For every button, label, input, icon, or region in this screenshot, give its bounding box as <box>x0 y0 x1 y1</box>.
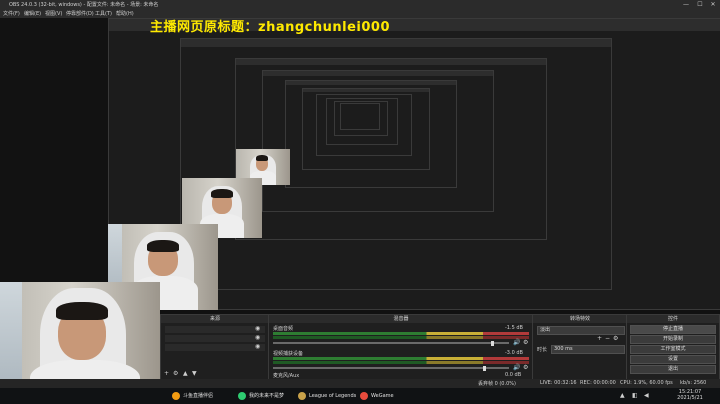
clock[interactable]: 15:21:07 2021/5/21 <box>670 389 710 401</box>
duration-input[interactable]: 300 ms <box>551 345 625 354</box>
taskbar-item[interactable]: 我的未来不是梦 <box>238 391 284 401</box>
audio-meter <box>273 336 529 339</box>
minimize-button[interactable]: — <box>680 0 692 9</box>
eye-icon[interactable]: ◉ <box>255 343 260 350</box>
eye-icon[interactable]: ◉ <box>255 334 260 341</box>
transitions-panel: 转场特效 淡出 + − ⚙ 时长 300 ms <box>532 314 628 380</box>
gear-icon[interactable]: ⚙ <box>613 335 618 342</box>
taskbar-item-label: League of Legends <box>309 393 357 399</box>
menu-tools[interactable]: 工具(T) <box>95 10 112 17</box>
sources-panel: 来源 ◉ ◉ ◉ + ⚙ ▲ ▼ <box>160 314 270 380</box>
app-icon <box>172 391 180 400</box>
down-icon[interactable]: ▼ <box>192 370 197 377</box>
window-titlebar: OBS 24.0.3 (32-bit, windows) - 配置文件: 未命名… <box>0 0 720 9</box>
controls-panel: 控件 停止直播 开始录制 工作室模式 设置 退出 <box>626 314 720 380</box>
mixer-channel-name: 麦克风/Aux <box>273 373 300 379</box>
mixer-channel-db: 0.0 dB <box>505 372 522 378</box>
preview-canvas[interactable]: 主播网页原标题：zhangchunlei000 <box>0 18 720 310</box>
menu-view[interactable]: 视图(V) <box>45 10 62 17</box>
menu-docks[interactable]: 停靠部件(D) <box>66 10 94 17</box>
controls-panel-title: 控件 <box>627 315 719 323</box>
menu-help[interactable]: 帮助(H) <box>116 10 134 17</box>
status-rec-time: REC: 00:00:00 <box>580 380 616 386</box>
transition-select[interactable]: 淡出 <box>537 326 625 335</box>
mixer-panel-title: 混音器 <box>269 315 533 323</box>
transitions-panel-title: 转场特效 <box>533 315 627 323</box>
menu-edit[interactable]: 编辑(E) <box>24 10 41 17</box>
nested-window <box>340 103 380 130</box>
menu-file[interactable]: 文件(F) <box>3 10 20 17</box>
gear-icon[interactable]: ⚙ <box>523 364 528 371</box>
add-source-icon[interactable]: + <box>164 370 169 377</box>
status-live-time: LIVE: 00:32:16 <box>540 380 577 386</box>
start-recording-button[interactable]: 开始录制 <box>630 335 716 344</box>
taskbar-item[interactable]: 斗鱼直播伴侣 <box>172 391 213 401</box>
maximize-button[interactable]: ☐ <box>694 0 706 9</box>
windows-taskbar: 斗鱼直播伴侣 我的未来不是梦 League of Legends WeGame … <box>0 388 720 404</box>
mixer-channel-db: -3.0 dB <box>505 350 523 356</box>
taskbar-item[interactable]: League of Legends <box>298 391 356 401</box>
exit-button[interactable]: 退出 <box>630 365 716 374</box>
mixer-channel-db: -1.5 dB <box>505 325 523 331</box>
network-icon[interactable]: ◧ <box>632 392 638 399</box>
source-item[interactable]: ◉ <box>165 343 265 351</box>
audio-meter <box>273 357 529 360</box>
stop-streaming-button[interactable]: 停止直播 <box>630 325 716 334</box>
app-icon <box>298 391 306 400</box>
source-item[interactable]: ◉ <box>165 325 265 333</box>
status-bar: 丢弃帧 0 (0.0%) LIVE: 00:32:16 REC: 00:00:0… <box>0 379 720 388</box>
studio-mode-button[interactable]: 工作室模式 <box>630 345 716 354</box>
audio-meter <box>273 332 529 335</box>
window-title: OBS 24.0.3 (32-bit, windows) - 配置文件: 未命名… <box>9 2 159 8</box>
volume-slider[interactable] <box>273 340 509 346</box>
gear-icon[interactable]: ⚙ <box>523 339 528 346</box>
taskbar-item-label: 我的未来不是梦 <box>249 393 285 399</box>
status-cpu: CPU: 1.9%, 60.00 fps <box>620 380 673 386</box>
mixer-channel-name: 桌面音频 <box>273 326 294 332</box>
close-button[interactable]: ✕ <box>707 0 719 9</box>
audio-meter <box>273 361 529 364</box>
duration-label: 时长 <box>537 347 548 353</box>
taskbar-item-label: WeGame <box>371 393 394 399</box>
status-bitrate: kb/s: 2560 <box>680 380 707 386</box>
mixer-channel-name: 视频捕获设备 <box>273 351 304 357</box>
volume-icon[interactable]: ◀ <box>644 392 649 399</box>
source-item[interactable]: ◉ <box>165 334 265 342</box>
app-icon <box>360 391 368 400</box>
eye-icon[interactable]: ◉ <box>255 325 260 332</box>
tray-icon[interactable]: ▲ <box>620 392 625 399</box>
sources-panel-title: 来源 <box>161 315 269 323</box>
settings-icon[interactable]: ⚙ <box>173 370 178 377</box>
add-icon[interactable]: + <box>597 335 602 342</box>
up-icon[interactable]: ▲ <box>183 370 188 377</box>
settings-button[interactable]: 设置 <box>630 355 716 364</box>
taskbar-item-label: 斗鱼直播伴侣 <box>183 393 214 399</box>
volume-slider[interactable] <box>273 365 509 371</box>
status-dropped-frames: 丢弃帧 0 (0.0%) <box>478 381 516 387</box>
clock-date: 2021/5/21 <box>677 395 703 401</box>
stream-overlay-text: 主播网页原标题：zhangchunlei000 <box>150 20 390 35</box>
audio-mixer-panel: 混音器 桌面音频 -1.5 dB 🔊 ⚙ 视频捕获设备 -3.0 dB 🔊 ⚙ … <box>268 314 534 380</box>
speaker-icon[interactable]: 🔊 <box>513 364 520 371</box>
remove-icon[interactable]: − <box>605 335 610 342</box>
speaker-icon[interactable]: 🔊 <box>513 339 520 346</box>
taskbar-item[interactable]: WeGame <box>360 391 394 401</box>
app-icon <box>238 391 246 400</box>
